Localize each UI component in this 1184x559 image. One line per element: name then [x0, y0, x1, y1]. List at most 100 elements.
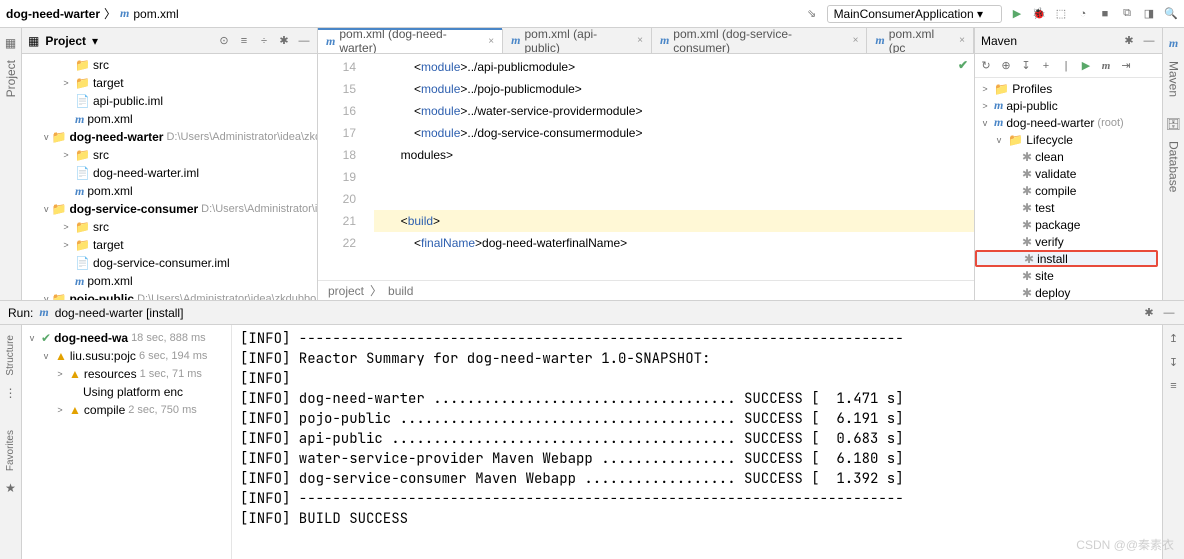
editor-tab[interactable]: mpom.xml (dog-need-warter)× [318, 29, 503, 54]
split-icon[interactable]: ◨ [1142, 7, 1156, 21]
maven-tree-item[interactable]: ✱ site [975, 267, 1162, 284]
maven-tree-item[interactable]: v📁 Lifecycle [975, 131, 1162, 148]
maven-tree-item[interactable]: ✱ compile [975, 182, 1162, 199]
favorites-tool-label[interactable]: Favorites [5, 430, 16, 471]
breadcrumb-file[interactable]: pom.xml [133, 7, 178, 21]
run-tree-item[interactable]: v▲ liu.susu:pojc 6 sec, 194 ms [22, 347, 231, 365]
tree-item[interactable]: 📄 dog-service-consumer.iml [22, 254, 317, 272]
settings-icon[interactable]: ✱ [277, 34, 291, 48]
project-panel-title[interactable]: Project [45, 34, 86, 48]
profile-icon[interactable]: ◔ [1076, 7, 1090, 21]
run-test-tree[interactable]: v✔ dog-need-wa 18 sec, 888 msv▲ liu.susu… [22, 325, 232, 559]
maven-tree-item[interactable]: ✱ clean [975, 148, 1162, 165]
run-tree-item[interactable]: v✔ dog-need-wa 18 sec, 888 ms [22, 329, 231, 347]
breadcrumb-project[interactable]: dog-need-warter [6, 7, 100, 21]
inspection-ok-icon: ✔ [958, 58, 968, 72]
maven-tb-btn[interactable]: ↧ [1019, 59, 1033, 73]
favorites-tool-icon[interactable]: ★ [5, 481, 16, 495]
project-tool-icon[interactable]: ▦ [5, 36, 16, 50]
maven-tb-btn[interactable]: + [1039, 59, 1053, 73]
soft-wrap-icon[interactable]: ↥ [1167, 331, 1181, 345]
tree-item[interactable]: v📁 dog-need-warter D:\Users\Administrato… [22, 128, 317, 146]
maven-tree-item[interactable]: ✱ verify [975, 233, 1162, 250]
maven-panel-title: Maven [981, 34, 1017, 48]
maven-tree-item[interactable]: >m api-public [975, 97, 1162, 114]
maven-tree-item[interactable]: ✱ test [975, 199, 1162, 216]
structure-tool-label[interactable]: Structure [5, 335, 16, 376]
maven-tb-btn[interactable]: ⇥ [1119, 59, 1133, 73]
database-tool-label[interactable]: Database [1167, 141, 1181, 192]
run-panel: Run: m dog-need-warter [install] ✱ — ▶ ⟳… [0, 300, 1184, 559]
expand-icon[interactable]: ≡ [237, 34, 251, 48]
maven-tree-item[interactable]: ✱ package [975, 216, 1162, 233]
run-console[interactable]: [INFO] ---------------------------------… [232, 325, 1162, 559]
coverage-icon[interactable]: ⬚ [1054, 7, 1068, 21]
maven-tool-icon[interactable]: m [1169, 36, 1178, 51]
editor-tab[interactable]: mpom.xml (dog-service-consumer)× [652, 28, 867, 53]
run-tree-item[interactable]: >▲ resources 1 sec, 71 ms [22, 365, 231, 383]
maven-tree-item[interactable]: ✱ install [975, 250, 1158, 267]
editor-tabs: mpom.xml (dog-need-warter)×mpom.xml (api… [318, 28, 974, 54]
code-area[interactable]: ✔ 141516171819202122 <module>../api-publ… [318, 54, 974, 280]
editor-tab[interactable]: mpom.xml (pc× [867, 28, 974, 53]
structure-tool-icon[interactable]: ⋮ [5, 386, 17, 400]
tree-item[interactable]: m pom.xml [22, 272, 317, 290]
project-tree[interactable]: 📁 src>📁 target📄 api-public.imlm pom.xmlv… [22, 54, 317, 300]
project-panel: ▦ Project ▾ ⊙ ≡ ÷ ✱ — 📁 src>📁 target📄 ap… [22, 28, 318, 300]
left-tool-strip: ▦ Project [0, 28, 22, 300]
run-icon[interactable]: ▶ [1010, 7, 1024, 21]
maven-tb-btn[interactable]: m [1099, 59, 1113, 73]
run-tree-item[interactable]: Using platform enc [22, 383, 231, 401]
run-config-name[interactable]: dog-need-warter [install] [55, 306, 184, 320]
maven-tool-label[interactable]: Maven [1167, 61, 1181, 97]
search-icon[interactable]: 🔍 [1164, 7, 1178, 21]
maven-tb-btn[interactable]: ⊕ [999, 59, 1013, 73]
tree-item[interactable]: >📁 target [22, 74, 317, 92]
maven-tb-btn[interactable]: ↻ [979, 59, 993, 73]
maven-settings-icon[interactable]: ✱ [1122, 34, 1136, 48]
run-tree-item[interactable]: >▲ compile 2 sec, 750 ms [22, 401, 231, 419]
run-config-select[interactable]: MainConsumerApplication ▾ [827, 5, 1002, 23]
debug-icon[interactable]: 🐞 [1032, 7, 1046, 21]
editor-tab[interactable]: mpom.xml (api-public)× [503, 28, 652, 53]
maven-tb-btn[interactable]: | [1059, 59, 1073, 73]
maven-tree-item[interactable]: vm dog-need-warter (root) [975, 114, 1162, 131]
maven-tree-item[interactable]: >📁 Profiles [975, 80, 1162, 97]
left-bottom-strip: Structure ⋮ Favorites ★ [0, 329, 22, 559]
hide-icon[interactable]: — [297, 34, 311, 48]
collapse-icon[interactable]: ÷ [257, 34, 271, 48]
tree-item[interactable]: v📁 dog-service-consumer D:\Users\Adminis… [22, 200, 317, 218]
run-hide-icon[interactable]: — [1162, 306, 1176, 320]
tree-item[interactable]: >📁 target [22, 236, 317, 254]
tree-item[interactable]: >📁 src [22, 146, 317, 164]
code-lines[interactable]: <module>../api-publicmodule> <module>../… [374, 54, 974, 280]
project-tool-label[interactable]: Project [4, 60, 18, 97]
tree-item[interactable]: >📁 src [22, 218, 317, 236]
tree-item[interactable]: m pom.xml [22, 182, 317, 200]
maven-panel-header: Maven ✱ — [975, 28, 1162, 54]
maven-tree[interactable]: >📁 Profiles>m api-publicvm dog-need-wart… [975, 78, 1162, 300]
run-settings-icon[interactable]: ✱ [1142, 306, 1156, 320]
maven-tree-item[interactable]: ✱ deploy [975, 284, 1162, 300]
tree-item[interactable]: 📄 dog-need-warter.iml [22, 164, 317, 182]
stop-icon[interactable]: ■ [1098, 7, 1112, 21]
editor: mpom.xml (dog-need-warter)×mpom.xml (api… [318, 28, 974, 300]
maven-icon: m [120, 6, 129, 21]
run-right-gutter: ↥ ↧ ≡ [1162, 325, 1184, 559]
watermark: CSDN @@秦素衣 [1076, 536, 1174, 553]
locate-icon[interactable]: ⊙ [217, 34, 231, 48]
tree-item[interactable]: v📁 pojo-public D:\Users\Administrator\id… [22, 290, 317, 300]
database-tool-icon[interactable]: 🗄 [1166, 117, 1181, 131]
tree-item[interactable]: 📄 api-public.iml [22, 92, 317, 110]
maven-tb-btn[interactable]: ▶ [1079, 59, 1093, 73]
maven-toolbar: ↻ ⊕ ↧ + | ▶ m ⇥ [975, 54, 1162, 78]
scroll-end-icon[interactable]: ↧ [1167, 355, 1181, 369]
build-icon[interactable]: ⇘ [805, 7, 819, 21]
tree-item[interactable]: m pom.xml [22, 110, 317, 128]
tree-item[interactable]: 📁 src [22, 56, 317, 74]
print-icon[interactable]: ≡ [1167, 379, 1181, 393]
maven-tree-item[interactable]: ✱ validate [975, 165, 1162, 182]
maven-hide-icon[interactable]: — [1142, 34, 1156, 48]
layout-icon[interactable]: ⧉ [1120, 7, 1134, 21]
top-toolbar: dog-need-warter 〉 m pom.xml ⇘ MainConsum… [0, 0, 1184, 28]
